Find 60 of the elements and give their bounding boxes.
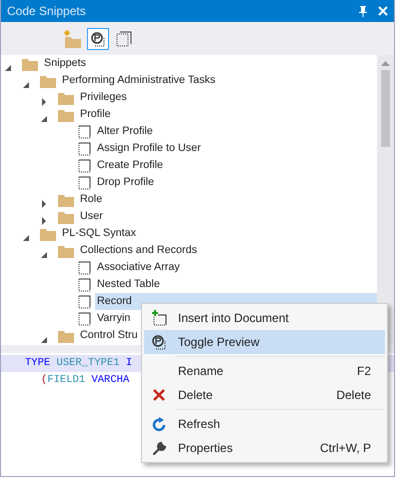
snippet-icon: [78, 158, 91, 172]
folder-icon: [40, 74, 56, 88]
collapse-icon[interactable]: [40, 251, 48, 260]
folder-icon: [40, 226, 56, 240]
tree-item[interactable]: User: [78, 208, 105, 225]
folder-icon: [58, 210, 74, 224]
snippet-icon: [78, 312, 91, 326]
snippet-icon: [78, 124, 91, 138]
pin-icon[interactable]: [358, 6, 368, 16]
snippet-icon: [78, 278, 91, 292]
shortcut-text: Delete: [336, 387, 372, 404]
tree-item[interactable]: Privileges: [78, 89, 129, 106]
collapse-icon[interactable]: [22, 234, 30, 242]
tree-item[interactable]: Alter Profile: [95, 123, 155, 140]
tree-item[interactable]: Varryin: [95, 310, 132, 327]
tree-item[interactable]: Control Stru: [78, 327, 140, 344]
wrench-icon: [152, 440, 166, 456]
menu-item[interactable]: Toggle Preview: [144, 330, 385, 354]
menu-item[interactable]: Delete Delete: [144, 383, 385, 407]
menu-item[interactable]: Refresh: [144, 412, 385, 436]
folder-icon: [58, 192, 74, 206]
folder-icon: [58, 90, 74, 104]
folder-icon: [58, 244, 74, 258]
code-line: (FIELD1 VARCHA: [40, 373, 130, 388]
tree-item[interactable]: Nested Table: [95, 276, 162, 293]
tree-item[interactable]: Performing Administrative Tasks: [60, 72, 218, 89]
tree-item[interactable]: Create Profile: [95, 157, 166, 174]
toolbar-button[interactable]: [87, 28, 109, 50]
tree-item[interactable]: Snippets: [42, 55, 88, 72]
preview-icon: [90, 30, 106, 46]
close-icon[interactable]: [378, 6, 388, 16]
collapse-icon[interactable]: [22, 81, 30, 90]
scrollbar[interactable]: [377, 55, 394, 345]
preview-icon: [151, 334, 167, 350]
snippet-icon: [78, 294, 91, 308]
tree-item[interactable]: Collections and Records: [78, 242, 200, 259]
folder-icon: [58, 108, 74, 122]
scrollbar-thumb[interactable]: [381, 70, 390, 147]
expand-icon[interactable]: [40, 98, 48, 106]
new-folder-icon: [62, 28, 82, 48]
collapse-icon[interactable]: [40, 115, 48, 124]
window-title: Code Snippets: [7, 3, 87, 20]
tree-item[interactable]: Assign Profile to User: [95, 140, 203, 157]
shortcut-text: Ctrl+W, P: [320, 440, 372, 457]
snippet-icon: [116, 30, 132, 47]
delete-icon: [152, 388, 166, 402]
menu-item[interactable]: Properties Ctrl+W, P: [144, 436, 385, 460]
tree-item[interactable]: Profile: [78, 106, 113, 123]
tree-item[interactable]: Role: [78, 191, 104, 208]
tree-item[interactable]: Drop Profile: [95, 174, 156, 191]
tree-item[interactable]: Associative Array: [95, 259, 182, 276]
snippet-icon: [78, 176, 91, 190]
snippet-icon: [78, 260, 91, 274]
insert-icon: [151, 310, 167, 326]
refresh-icon: [152, 416, 166, 432]
folder-icon: [58, 328, 74, 342]
collapse-icon[interactable]: [4, 64, 12, 72]
snippet-icon: [78, 142, 91, 156]
collapse-icon[interactable]: [40, 336, 48, 344]
tree-item[interactable]: PL-SQL Syntax: [60, 225, 138, 242]
